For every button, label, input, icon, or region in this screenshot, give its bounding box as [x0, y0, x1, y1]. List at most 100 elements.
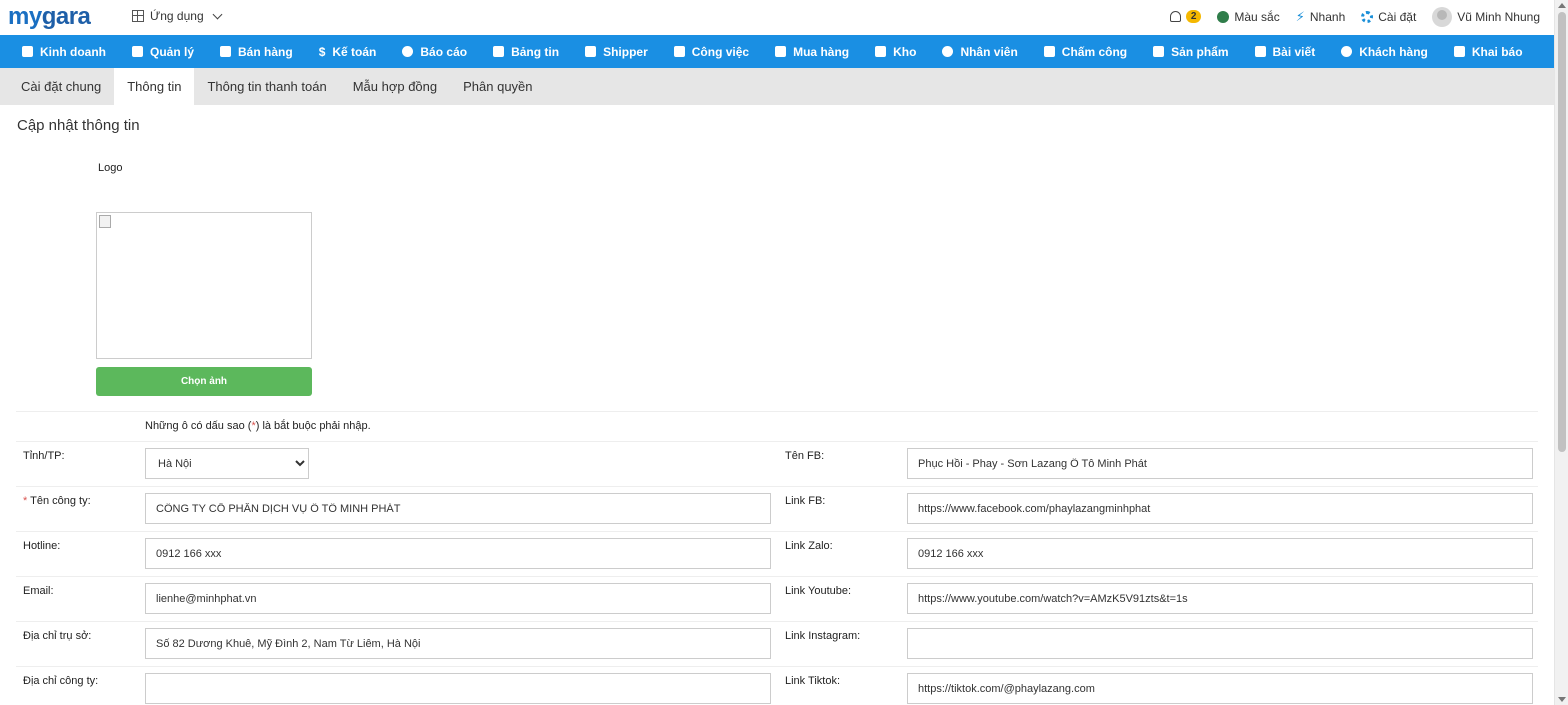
nav-item-bang-tin[interactable]: Bảng tin: [493, 45, 559, 59]
nav-label: Khai báo: [1471, 44, 1523, 59]
divider: [16, 621, 1538, 622]
youtube-link-input[interactable]: [907, 583, 1533, 614]
truck-icon: [585, 46, 597, 57]
bell-icon: [1169, 11, 1181, 22]
nav-item-khai-bao[interactable]: Khai báo: [1453, 44, 1523, 59]
tab-general-settings[interactable]: Cài đặt chung: [8, 68, 114, 105]
fb-name-input[interactable]: [907, 448, 1533, 479]
gear-icon: [1361, 10, 1374, 23]
calendar-check-icon: [1043, 46, 1055, 57]
notifications-button[interactable]: 2: [1169, 10, 1202, 23]
company-name-label: * Tên công ty:: [23, 495, 91, 507]
book-icon: [1254, 46, 1266, 57]
warehouse-icon: [875, 46, 887, 57]
divider: [16, 666, 1538, 667]
zalo-link-input[interactable]: [907, 538, 1533, 569]
company-name-input[interactable]: [145, 493, 771, 524]
nav-label: Kho: [893, 44, 917, 59]
nav-item-san-pham[interactable]: Sản phẩm: [1153, 44, 1229, 59]
user-menu[interactable]: Vũ Minh Nhung: [1432, 6, 1540, 27]
calendar-icon: [673, 46, 685, 57]
nav-item-ban-hang[interactable]: Bán hàng: [220, 45, 293, 59]
nav-label: Mua hàng: [793, 44, 850, 59]
fb-link-input[interactable]: [907, 493, 1533, 524]
nav-label: Kinh doanh: [40, 44, 106, 59]
home-icon: [493, 46, 505, 57]
nav-label: Khách hàng: [1359, 44, 1428, 59]
youtube-link-label: Link Youtube:: [785, 585, 852, 597]
nav-label: Shipper: [603, 44, 648, 59]
quick-button[interactable]: ⚡ Nhanh: [1296, 9, 1346, 25]
nav-label: Báo cáo: [420, 44, 468, 59]
scroll-down-icon[interactable]: [1558, 697, 1566, 702]
tab-permissions[interactable]: Phân quyền: [450, 68, 545, 105]
color-button[interactable]: Màu sắc: [1217, 9, 1280, 24]
company-name-label-text: Tên công ty:: [30, 495, 91, 507]
divider: [16, 576, 1538, 577]
nav-item-khach-hang[interactable]: Khách hàng: [1341, 45, 1428, 59]
divider: [16, 441, 1538, 442]
required-note-after: ) là bắt buộc phải nhập.: [255, 420, 371, 432]
user-icon: [942, 46, 954, 57]
instagram-link-label: Link Instagram:: [785, 630, 861, 642]
nav-item-nhan-vien[interactable]: Nhân viên: [942, 44, 1018, 59]
nav-item-bao-cao[interactable]: Báo cáo: [402, 45, 467, 59]
hotline-input[interactable]: [145, 538, 771, 569]
fb-link-label: Link FB:: [785, 495, 826, 507]
nav-label: Công việc: [691, 44, 750, 59]
required-star: *: [23, 495, 28, 507]
scroll-up-icon[interactable]: [1558, 3, 1566, 8]
page-scrollbar[interactable]: [1554, 0, 1568, 705]
nav-item-shipper[interactable]: Shipper: [585, 45, 648, 59]
nav-item-kinh-doanh[interactable]: Kinh doanh: [22, 45, 106, 59]
nav-item-kho[interactable]: Kho: [875, 45, 916, 59]
nav-item-ke-toan[interactable]: $ Kế toán: [319, 45, 377, 59]
apps-label: Ứng dụng: [150, 9, 204, 23]
main-nav: Kinh doanh Quản lý Bán hàng $ Kế toán Báo…: [0, 35, 1554, 68]
nav-label: Quản lý: [150, 44, 195, 59]
nav-item-cong-viec[interactable]: Công việc: [673, 44, 750, 59]
nav-label: Bán hàng: [238, 44, 293, 59]
province-select[interactable]: Hà Nội: [145, 448, 309, 479]
tiktok-link-input[interactable]: [907, 673, 1533, 704]
settings-button[interactable]: Cài đặt: [1361, 10, 1416, 24]
tab-contract-templates[interactable]: Mẫu hợp đồng: [340, 68, 450, 105]
hq-address-input[interactable]: [145, 628, 771, 659]
nav-item-quan-ly[interactable]: Quản lý: [132, 45, 194, 59]
nav-label: Kế toán: [332, 44, 377, 59]
choose-image-button[interactable]: Chọn ảnh: [96, 367, 312, 396]
smile-icon: [1341, 46, 1353, 57]
nav-item-mua-hang[interactable]: Mua hàng: [775, 45, 849, 59]
logo-label: Logo: [98, 162, 123, 174]
email-label: Email:: [23, 585, 54, 597]
grid-icon: [132, 10, 144, 22]
nav-item-bai-viet[interactable]: Bài viết: [1254, 44, 1316, 59]
instagram-link-input[interactable]: [907, 628, 1533, 659]
top-right-menu: 2 Màu sắc ⚡ Nhanh Cài đặt Vũ Minh Nhung: [1169, 0, 1540, 33]
quick-label: Nhanh: [1309, 9, 1346, 24]
nav-label: Bảng tin: [511, 44, 560, 59]
apps-menu[interactable]: Ứng dụng: [132, 9, 223, 23]
broken-image-icon: [99, 215, 111, 228]
tab-payment-info[interactable]: Thông tin thanh toán: [194, 68, 339, 105]
nav-label: Sản phẩm: [1171, 44, 1229, 59]
company-address-input[interactable]: [145, 673, 771, 704]
nav-label: Bài viết: [1272, 44, 1316, 59]
nav-label: Nhân viên: [960, 44, 1018, 59]
color-label: Màu sắc: [1234, 9, 1280, 24]
chevron-down-icon: [212, 9, 223, 19]
nav-item-cham-cong[interactable]: Chấm công: [1043, 44, 1128, 59]
palette-icon: [1217, 10, 1230, 23]
logo-part-my: my: [8, 3, 42, 30]
required-note: Những ô có dấu sao (*) là bắt buộc phải …: [145, 420, 371, 432]
mygara-logo[interactable]: mygara: [8, 3, 91, 31]
fb-name-label: Tên FB:: [785, 450, 825, 462]
required-note-before: Những ô có dấu sao (: [145, 420, 252, 432]
avatar: [1432, 6, 1453, 27]
list-icon: [1453, 46, 1465, 57]
scrollbar-thumb[interactable]: [1558, 12, 1566, 452]
hotline-label: Hotline:: [23, 540, 61, 552]
tab-info[interactable]: Thông tin: [114, 68, 195, 105]
email-input[interactable]: [145, 583, 771, 614]
nav-label: Chấm công: [1061, 44, 1128, 59]
